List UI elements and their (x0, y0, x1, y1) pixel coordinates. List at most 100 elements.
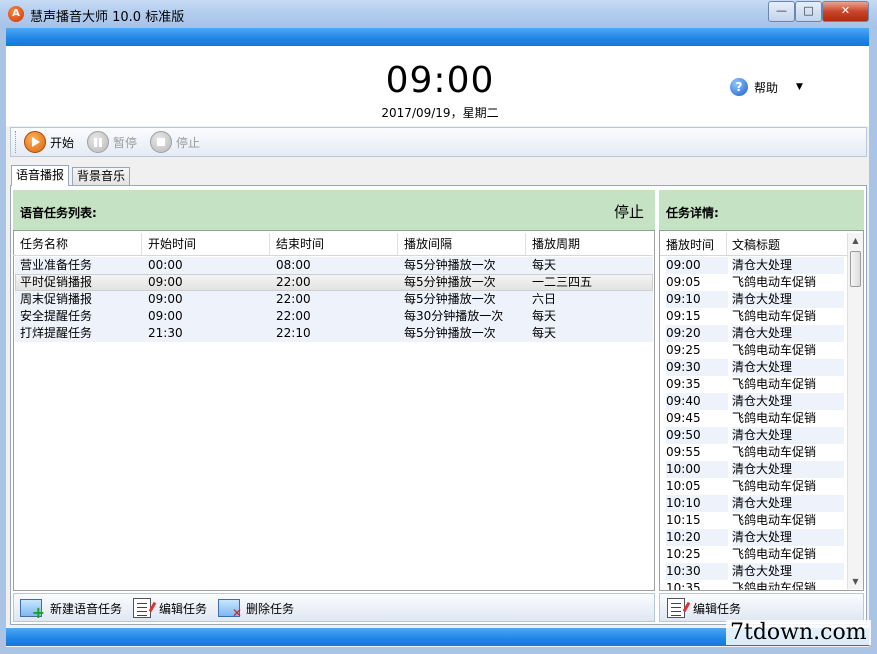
column-header-end-time[interactable]: 结束时间 (270, 233, 398, 255)
detail-row[interactable]: 09:25 飞鸽电动车促销 (662, 342, 846, 359)
tab-background-music[interactable]: 背景音乐 (72, 167, 131, 185)
column-header-start-time[interactable]: 开始时间 (142, 233, 270, 255)
column-header-interval[interactable]: 播放间隔 (398, 233, 526, 255)
detail-row[interactable]: 10:05 飞鸽电动车促销 (662, 478, 846, 495)
detail-row[interactable]: 09:15 飞鸽电动车促销 (662, 308, 846, 325)
column-header-cycle[interactable]: 播放周期 (526, 233, 654, 255)
scroll-thumb[interactable] (850, 251, 861, 287)
cell-cycle: 六日 (532, 292, 557, 306)
start-button[interactable]: 开始 (24, 131, 74, 153)
detail-row[interactable]: 09:10 清仓大处理 (662, 291, 846, 308)
cell-task-name: 安全提醒任务 (20, 309, 93, 323)
table-row[interactable]: 安全提醒任务 09:00 22:00 每30分钟播放一次 每天 (15, 308, 653, 325)
detail-row[interactable]: 09:20 清仓大处理 (662, 325, 846, 342)
cell-play-time: 09:45 (666, 411, 701, 425)
cell-interval: 每30分钟播放一次 (404, 309, 504, 323)
cell-play-time: 09:55 (666, 445, 701, 459)
cell-script-title: 飞鸽电动车促销 (732, 309, 817, 323)
scroll-up-icon[interactable]: ▲ (848, 233, 863, 248)
cell-end-time: 22:00 (276, 309, 311, 323)
cell-script-title: 清仓大处理 (732, 359, 844, 376)
task-detail-list[interactable]: 播放时间 文稿标题 09:00 清仓大处理 09:05 飞鸽电动车促销 09:10 清仓大… (659, 231, 864, 591)
cell-interval: 每5分钟播放一次 (404, 275, 496, 289)
cell-cycle: 每天 (532, 326, 557, 340)
column-header-task-name[interactable]: 任务名称 (14, 233, 142, 255)
detail-row[interactable]: 10:25 飞鸽电动车促销 (662, 546, 846, 563)
cell-script-title: 飞鸽电动车促销 (732, 275, 817, 289)
start-label: 开始 (50, 135, 75, 150)
pause-button[interactable]: 暂停 (87, 131, 137, 153)
close-button[interactable]: ✕ (822, 1, 869, 22)
detail-row[interactable]: 09:40 清仓大处理 (662, 393, 846, 410)
cell-script-title: 清仓大处理 (732, 563, 844, 580)
cell-script-title: 飞鸽电动车促销 (732, 581, 817, 591)
detail-row[interactable]: 10:00 清仓大处理 (662, 461, 846, 478)
cell-play-time: 10:10 (666, 495, 728, 512)
cell-end-time: 22:10 (276, 326, 311, 340)
cell-start-time: 09:00 (148, 275, 183, 289)
delete-task-button[interactable]: 删除任务 (218, 597, 294, 620)
stop-button[interactable]: 停止 (150, 131, 200, 153)
cell-script-title: 飞鸽电动车促销 (732, 547, 817, 561)
cell-script-title: 飞鸽电动车促销 (732, 377, 817, 391)
cell-script-title: 清仓大处理 (732, 257, 844, 274)
cell-script-title: 清仓大处理 (732, 461, 844, 478)
detail-row[interactable]: 10:35 飞鸽电动车促销 (662, 580, 846, 591)
top-accent-bar (6, 28, 869, 46)
cell-script-title: 清仓大处理 (732, 495, 844, 512)
cell-play-time: 09:40 (666, 393, 728, 410)
play-icon (24, 131, 46, 153)
edit-task-button[interactable]: 编辑任务 (133, 597, 207, 619)
table-row[interactable]: 周末促销播报 09:00 22:00 每5分钟播放一次 六日 (15, 291, 653, 308)
pause-icon (87, 131, 109, 153)
scroll-down-icon[interactable]: ▼ (848, 574, 863, 589)
detail-scrollbar[interactable]: ▲ ▼ (847, 233, 863, 589)
new-voice-task-button[interactable]: 新建语音任务 (20, 597, 123, 622)
cell-play-time: 09:05 (666, 275, 701, 289)
app-icon: A (8, 6, 24, 22)
table-row[interactable]: 打烊提醒任务 21:30 22:10 每5分钟播放一次 每天 (15, 325, 653, 342)
detail-row[interactable]: 10:30 清仓大处理 (662, 563, 846, 580)
detail-row[interactable]: 10:15 飞鸽电动车促销 (662, 512, 846, 529)
detail-edit-task-button[interactable]: 编辑任务 (667, 597, 741, 619)
cell-play-time: 09:50 (666, 427, 728, 444)
cell-script-title: 清仓大处理 (732, 325, 844, 342)
pause-label: 暂停 (113, 135, 138, 150)
detail-row[interactable]: 09:50 清仓大处理 (662, 427, 846, 444)
cell-script-title: 飞鸽电动车促销 (732, 411, 817, 425)
cell-end-time: 08:00 (276, 258, 311, 272)
task-detail-title: 任务详情: (666, 206, 719, 220)
cell-interval: 每5分钟播放一次 (404, 292, 496, 306)
table-row[interactable]: 营业准备任务 00:00 08:00 每5分钟播放一次 每天 (15, 257, 653, 274)
detail-row[interactable]: 09:45 飞鸽电动车促销 (662, 410, 846, 427)
detail-row[interactable]: 09:05 飞鸽电动车促销 (662, 274, 846, 291)
cell-script-title: 清仓大处理 (732, 291, 844, 308)
cell-play-time: 09:00 (666, 257, 728, 274)
cell-script-title: 清仓大处理 (732, 427, 844, 444)
column-divider (726, 233, 727, 255)
window-title: 慧声播音大师 10.0 标准版 (30, 10, 185, 25)
detail-row[interactable]: 09:00 清仓大处理 (662, 257, 846, 274)
minimize-button[interactable]: — (768, 1, 795, 22)
column-header-play-time[interactable]: 播放时间 (666, 236, 714, 253)
cell-play-time: 10:35 (666, 581, 701, 591)
detail-row[interactable]: 09:30 清仓大处理 (662, 359, 846, 376)
help-menu[interactable]: ? 帮助 ▼ (730, 77, 803, 97)
detail-row[interactable]: 10:10 清仓大处理 (662, 495, 846, 512)
new-task-label: 新建语音任务 (50, 601, 123, 616)
chevron-down-icon: ▼ (796, 82, 803, 92)
cell-start-time: 00:00 (148, 258, 183, 272)
tab-voice-broadcast[interactable]: 语音播报 (11, 165, 70, 186)
detail-row[interactable]: 09:35 飞鸽电动车促销 (662, 376, 846, 393)
maximize-button[interactable]: □ (795, 1, 822, 22)
detail-row[interactable]: 09:55 飞鸽电动车促销 (662, 444, 846, 461)
watermark: 7tdown.com (726, 620, 871, 645)
cell-play-time: 09:15 (666, 309, 701, 323)
cell-play-time: 09:20 (666, 325, 728, 342)
cell-play-time: 10:20 (666, 529, 728, 546)
column-header-script-title[interactable]: 文稿标题 (732, 236, 780, 253)
cell-task-name: 营业准备任务 (20, 258, 93, 272)
table-row[interactable]: 平时促销播报 09:00 22:00 每5分钟播放一次 一二三四五 (15, 274, 653, 291)
detail-row[interactable]: 10:20 清仓大处理 (662, 529, 846, 546)
date-display: 2017/09/19，星期二 (381, 106, 499, 120)
